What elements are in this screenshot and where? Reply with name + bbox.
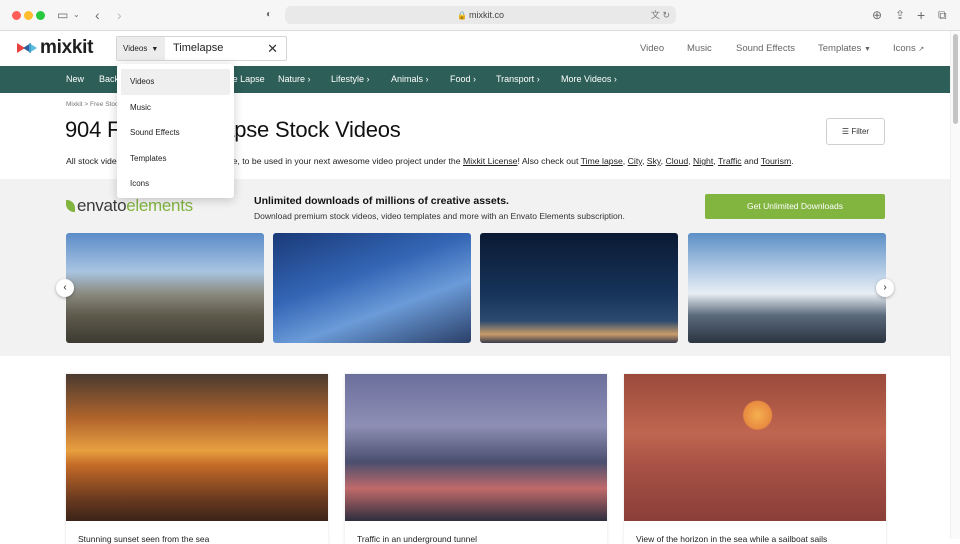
- promo-thumbnail-snowy-mountains[interactable]: [688, 233, 886, 343]
- search-input[interactable]: Timelapse: [173, 37, 223, 60]
- dropdown-item-icons[interactable]: Icons: [117, 171, 229, 197]
- shield-icon[interactable]: ◐: [266, 7, 272, 23]
- nav-icons[interactable]: Icons ↗: [893, 31, 924, 66]
- url-text: mixkit.co: [468, 10, 504, 20]
- dropdown-item-music[interactable]: Music: [117, 95, 229, 121]
- lock-icon: 🔒: [457, 11, 467, 20]
- promo-headline: Unlimited downloads of millions of creat…: [254, 195, 509, 207]
- nav-templates-label: Templates: [818, 43, 862, 54]
- caret-down-icon: ▼: [863, 46, 871, 53]
- nav-sound-effects[interactable]: Sound Effects: [736, 31, 795, 66]
- promo-thumbnail-mountains[interactable]: [66, 233, 264, 343]
- forward-icon[interactable]: ›: [117, 7, 122, 23]
- description-text: ! Also check out: [517, 156, 581, 166]
- translate-icon[interactable]: 文: [651, 10, 660, 20]
- category-label: Nature: [278, 74, 306, 84]
- chevron-left-icon: ‹: [63, 282, 67, 293]
- link-cloud[interactable]: Cloud: [665, 156, 688, 166]
- promo-thumbnail-night-sky[interactable]: [480, 233, 678, 343]
- filter-button[interactable]: ☰ Filter: [826, 118, 885, 145]
- share-icon[interactable]: ⇪: [895, 7, 905, 23]
- category-label: Transport: [496, 74, 535, 84]
- video-thumbnail[interactable]: [345, 374, 607, 521]
- category-animals[interactable]: Animals ›: [391, 66, 429, 92]
- chevron-right-icon: ›: [883, 282, 887, 293]
- category-label: More Videos: [561, 74, 612, 84]
- logo-mark-icon: [17, 43, 37, 53]
- category-label: Animals: [391, 74, 424, 84]
- brand-elements: elements: [126, 196, 193, 215]
- video-caption[interactable]: View of the horizon in the sea while a s…: [636, 534, 827, 544]
- category-food[interactable]: Food ›: [450, 66, 476, 92]
- scrollbar-thumb[interactable]: [953, 34, 958, 124]
- nav-icons-label: Icons: [893, 43, 916, 54]
- link-time-lapse[interactable]: Time lapse: [581, 156, 623, 166]
- dropdown-item-videos[interactable]: Videos: [121, 69, 230, 95]
- zoom-window-button[interactable]: [36, 11, 45, 20]
- video-thumbnail[interactable]: [624, 374, 886, 521]
- link-sky[interactable]: Sky: [647, 156, 661, 166]
- description-text: .: [791, 156, 794, 166]
- video-caption[interactable]: Stunning sunset seen from the sea: [78, 534, 209, 544]
- video-caption[interactable]: Traffic in an underground tunnel: [357, 534, 477, 544]
- search-category-select[interactable]: Videos ▼: [117, 37, 165, 60]
- new-tab-icon[interactable]: +: [917, 7, 925, 23]
- video-card[interactable]: View of the horizon in the sea while a s…: [624, 374, 886, 544]
- breadcrumb-mixkit[interactable]: Mixkit: [66, 101, 83, 108]
- tabs-icon[interactable]: ⧉: [938, 7, 947, 23]
- link-traffic[interactable]: Traffic: [718, 156, 742, 166]
- clear-search-icon[interactable]: ✕: [267, 37, 278, 60]
- search-box: Videos ▼ Timelapse ✕: [116, 36, 287, 61]
- site-header: mixkit Videos ▼ Timelapse ✕ Video Music S…: [0, 31, 950, 66]
- chevron-down-icon[interactable]: ⌄: [73, 7, 80, 23]
- promo-subtext: Download premium stock videos, video tem…: [254, 211, 625, 221]
- browser-toolbar: ▭ ⌄ ‹ › ◐ 🔒 mixkit.co 文 ↻ ⊕ ⇪ + ⧉: [0, 0, 960, 31]
- video-card[interactable]: Stunning sunset seen from the sea: [66, 374, 328, 544]
- description-text: and: [741, 156, 761, 166]
- envato-leaf-icon: [66, 200, 75, 212]
- envato-elements-logo[interactable]: envatoelements: [66, 196, 193, 216]
- dropdown-item-templates[interactable]: Templates: [117, 146, 229, 172]
- external-link-icon: ↗: [918, 46, 925, 53]
- category-lifestyle[interactable]: Lifestyle ›: [331, 66, 370, 92]
- category-nature[interactable]: Nature ›: [278, 66, 311, 92]
- search-category-dropdown: Videos Music Sound Effects Templates Ico…: [117, 64, 234, 198]
- link-night[interactable]: Night: [693, 156, 713, 166]
- carousel-next-button[interactable]: ›: [876, 279, 894, 297]
- filter-label: Filter: [851, 127, 870, 136]
- close-window-button[interactable]: [12, 11, 21, 20]
- mixkit-logo[interactable]: mixkit: [17, 37, 94, 58]
- get-unlimited-downloads-button[interactable]: Get Unlimited Downloads: [705, 194, 885, 219]
- dropdown-item-sound-effects[interactable]: Sound Effects: [117, 120, 229, 146]
- category-more-videos[interactable]: More Videos ›: [561, 66, 617, 92]
- license-link[interactable]: Mixkit License: [463, 156, 518, 166]
- category-transport[interactable]: Transport ›: [496, 66, 540, 92]
- category-new[interactable]: New: [66, 66, 84, 92]
- filter-icon: ☰: [841, 127, 850, 136]
- logo-text: mixkit: [40, 37, 94, 58]
- video-card[interactable]: Traffic in an underground tunnel: [345, 374, 607, 544]
- category-label: Food: [450, 74, 471, 84]
- brand-envato: envato: [77, 196, 127, 215]
- link-tourism[interactable]: Tourism: [761, 156, 791, 166]
- category-label: Lifestyle: [331, 74, 365, 84]
- promo-thumbnail-city-tower[interactable]: [273, 233, 471, 343]
- link-city[interactable]: City: [628, 156, 642, 166]
- minimize-window-button[interactable]: [24, 11, 33, 20]
- caret-down-icon: ▼: [151, 46, 159, 53]
- nav-music[interactable]: Music: [687, 31, 712, 66]
- nav-video[interactable]: Video: [640, 31, 664, 66]
- nav-templates[interactable]: Templates ▼: [818, 31, 871, 66]
- video-thumbnail[interactable]: [66, 374, 328, 521]
- sidebar-icon[interactable]: ▭: [57, 7, 68, 23]
- back-icon[interactable]: ‹: [95, 7, 100, 23]
- search-category-label: Videos: [123, 44, 148, 53]
- carousel-prev-button[interactable]: ‹: [56, 279, 74, 297]
- reload-icon[interactable]: ↻: [662, 10, 670, 20]
- download-icon[interactable]: ⊕: [872, 7, 882, 23]
- address-bar[interactable]: 🔒 mixkit.co 文 ↻: [285, 6, 676, 24]
